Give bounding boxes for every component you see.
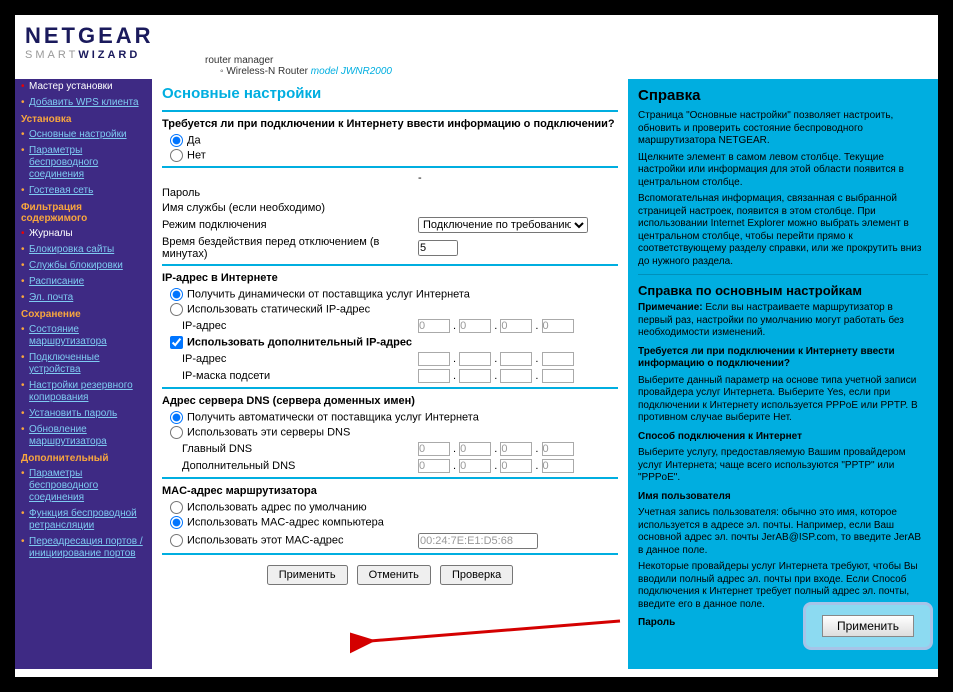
section-ip: IP-адрес в Интернете [162,272,618,284]
sidebar-item[interactable]: Установить пароль [15,406,152,422]
label-ip-addr2: IP-адрес [182,353,418,365]
sidebar-item[interactable]: Гостевая сеть [15,183,152,199]
header-sub2: ◦ Wireless-N Router model JWNR2000 [220,66,928,77]
radio-mac-this[interactable] [170,534,183,547]
apply-button[interactable]: Применить [267,565,348,585]
sidebar: Мастер установкиДобавить WPS клиентаУста… [15,79,152,669]
sidebar-item[interactable]: Состояние маршрутизатора [15,322,152,350]
sidebar-item[interactable]: Функция беспроводной ретрансляции [15,506,152,534]
sidebar-group-label: Дополнительный [15,450,152,466]
label-idle: Время бездействия перед отключением (в м… [162,236,418,260]
label-ip-addr: IP-адрес [182,320,418,332]
label-mode: Режим подключения [162,219,418,231]
apply-callout: Применить [803,602,933,650]
header-sub1: router manager [205,55,928,66]
radio-dns-manual[interactable] [170,426,183,439]
select-mode[interactable]: Подключение по требованию [418,217,588,233]
sidebar-item[interactable]: Настройки резервного копирования [15,378,152,406]
radio-mac-default[interactable] [170,501,183,514]
question-login: Требуется ли при подключении к Интернету… [162,118,618,130]
test-button[interactable]: Проверка [440,565,513,585]
sidebar-item[interactable]: Службы блокировки [15,258,152,274]
help-subtitle: Справка по основным настройкам [638,283,928,298]
product-tagline: SMARTWIZARD [25,49,154,61]
radio-dns-auto[interactable] [170,411,183,424]
sidebar-item[interactable]: Параметры беспроводного соединения [15,466,152,506]
section-dns: Адрес сервера DNS (сервера доменных имен… [162,395,618,407]
sidebar-item[interactable]: Журналы [15,226,152,242]
input-mac[interactable] [418,533,538,549]
sidebar-group-label: Установка [15,111,152,127]
main-panel: Основные настройки Требуется ли при подк… [152,79,628,669]
sidebar-item[interactable]: Параметры беспроводного соединения [15,143,152,183]
help-panel: Справка Страница "Основные настройки" по… [628,79,938,669]
label-ip-mask: IP-маска подсети [182,370,418,382]
cancel-button[interactable]: Отменить [357,565,431,585]
radio-mac-computer[interactable] [170,516,183,529]
brand-logo: NETGEAR [25,23,154,49]
section-mac: MAC-адрес маршрутизатора [162,485,618,497]
sidebar-item[interactable]: Блокировка сайты [15,242,152,258]
radio-no[interactable] [170,149,183,162]
action-bar: Применить Отменить Проверка [162,565,618,585]
help-title: Справка [638,87,928,104]
sidebar-group-label: Сохранение [15,306,152,322]
header: NETGEAR SMARTWIZARD router manager ◦ Wir… [15,15,938,79]
sidebar-item[interactable]: Добавить WPS клиента [15,95,152,111]
sidebar-group-label: Фильтрация содержимого [15,199,152,226]
apply-callout-button[interactable]: Применить [822,615,914,637]
field-dash: - [418,172,618,184]
sidebar-item[interactable]: Эл. почта [15,290,152,306]
page-title: Основные настройки [162,85,618,102]
radio-ip-static[interactable] [170,303,183,316]
radio-yes[interactable] [170,134,183,147]
sidebar-item[interactable]: Обновление маршрутизатора [15,422,152,450]
check-ip-additional[interactable] [170,336,183,349]
sidebar-item[interactable]: Расписание [15,274,152,290]
radio-ip-dynamic[interactable] [170,288,183,301]
sidebar-item[interactable]: Подключенные устройства [15,350,152,378]
sidebar-item[interactable]: Переадресация портов / инициирование пор… [15,534,152,562]
sidebar-item[interactable]: Мастер установки [15,79,152,95]
sidebar-item[interactable]: Основные настройки [15,127,152,143]
label-dns-secondary: Дополнительный DNS [182,460,418,472]
label-dns-primary: Главный DNS [182,443,418,455]
label-service: Имя службы (если необходимо) [162,202,618,214]
label-password: Пароль [162,187,618,199]
ip-static-group: . . . [418,319,618,333]
input-idle[interactable] [418,240,458,256]
